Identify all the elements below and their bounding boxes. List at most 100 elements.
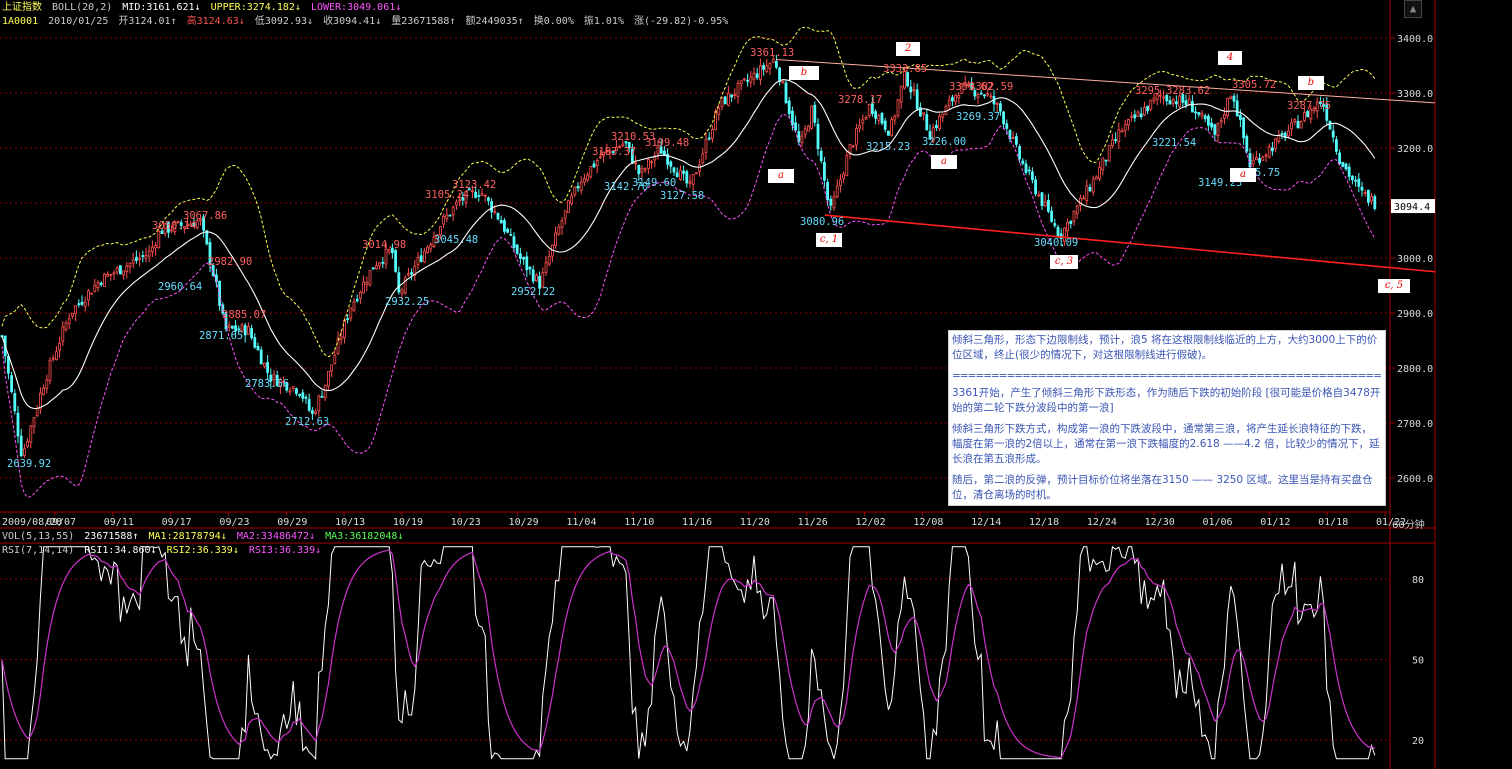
candle-body — [138, 257, 142, 260]
candle-body — [7, 355, 10, 374]
candle-body — [26, 440, 30, 447]
candle-body — [346, 318, 350, 321]
candle-body — [1187, 98, 1191, 106]
scroll-up-button[interactable]: ▲ — [1404, 0, 1422, 18]
candle-body — [1331, 130, 1335, 138]
candle-body — [486, 197, 490, 201]
price-axis-label: 2700.0 — [1397, 419, 1433, 430]
price-axis-label: 2600.0 — [1397, 474, 1433, 485]
candle-body — [1351, 175, 1354, 181]
candle-body — [573, 186, 577, 195]
rsi2-line — [1, 549, 1376, 759]
candle-body — [67, 318, 71, 324]
candle-body — [1213, 124, 1217, 135]
candle-body — [83, 301, 87, 307]
period-label[interactable]: 60分钟 — [1392, 516, 1425, 531]
price-point-label: 2871.65 — [199, 330, 243, 342]
candle-body — [1056, 226, 1060, 237]
price-point-label: 3287.75 — [1287, 100, 1331, 112]
candle-body — [128, 262, 132, 267]
candle-body — [1200, 112, 1204, 117]
candle-body — [685, 171, 689, 184]
candle-body — [1162, 96, 1165, 99]
candle-body — [307, 399, 311, 411]
candle-body — [695, 172, 698, 175]
candle-body — [1207, 115, 1210, 126]
candle-body — [899, 85, 903, 103]
date-axis-label: 11/20 — [740, 517, 770, 528]
candle-body — [778, 67, 781, 82]
quote-header: 1A0001 2010/01/25 开3124.01↑ 高3124.63↓ 低3… — [2, 15, 732, 28]
candle-body — [1245, 135, 1249, 152]
candle-body — [253, 337, 257, 348]
candle-body — [352, 301, 356, 311]
candle-body — [896, 99, 900, 116]
candle-body — [883, 120, 887, 130]
candle-body — [1095, 176, 1098, 180]
candle-body — [912, 89, 916, 92]
candle-body — [1018, 146, 1021, 160]
candle-body — [422, 250, 426, 263]
candle-body — [522, 256, 525, 260]
price-point-label: 2885.07 — [222, 309, 266, 321]
candle-body — [1130, 115, 1133, 118]
candle-body — [525, 256, 529, 271]
candle-body — [864, 117, 868, 120]
stock-chart-window: 3400.03300.03200.03100.03000.02900.02800… — [0, 0, 1512, 769]
analysis-note: 倾斜三角形，形态下边限制线，预计，浪5 将在这根限制线临近的上方，大约3000上… — [948, 330, 1386, 506]
candle-body — [10, 375, 14, 393]
candle-body — [256, 345, 260, 351]
candle-body — [941, 113, 945, 118]
candle-body — [986, 93, 989, 96]
candle-body — [1114, 139, 1117, 141]
candle-body — [951, 97, 954, 102]
candle-body — [547, 255, 551, 265]
wave-label-a: a — [931, 155, 957, 169]
candle-body — [1171, 99, 1175, 104]
candle-body — [835, 185, 839, 197]
candle-body — [80, 301, 84, 305]
candle-body — [1040, 192, 1044, 206]
candle-body — [1101, 157, 1105, 171]
candle-body — [1290, 122, 1293, 130]
candle-body — [938, 115, 941, 130]
candle-body — [483, 194, 487, 197]
candle-body — [640, 167, 644, 173]
price-axis-label: 2900.0 — [1397, 309, 1433, 320]
candle-body — [250, 328, 254, 339]
candle-body — [1031, 171, 1034, 180]
candle-body — [1184, 100, 1188, 106]
candle-body — [1152, 97, 1156, 102]
date-axis-label: 11/04 — [566, 517, 596, 528]
index-name: 上证指数 — [2, 2, 42, 13]
candle-body — [1293, 119, 1297, 123]
candle-body — [698, 164, 701, 172]
candle-body — [682, 170, 685, 174]
candle-body — [560, 220, 564, 228]
candle-body — [1072, 211, 1076, 222]
price-point-label: 3333.85 — [883, 63, 927, 75]
rsi1-line — [1, 545, 1376, 761]
candle-body — [355, 298, 359, 302]
price-point-label: 3283.62 — [1166, 85, 1210, 97]
date-axis-label: 01/18 — [1318, 517, 1348, 528]
candle-body — [1175, 101, 1178, 105]
candle-body — [96, 281, 100, 289]
candle-body — [663, 150, 666, 156]
candle-body — [381, 262, 385, 264]
candle-body — [397, 272, 401, 293]
candle-body — [61, 326, 65, 342]
date-axis-label: 09/29 — [277, 517, 307, 528]
candle-body — [1085, 185, 1089, 202]
candle-body — [1149, 99, 1153, 110]
price-point-label: 3278.17 — [838, 94, 882, 106]
price-point-label: 3269.37 — [956, 111, 1000, 123]
candle-body — [1098, 166, 1101, 179]
date-axis-label: 09/07 — [46, 517, 76, 528]
price-point-label: 3067.86 — [183, 210, 227, 222]
quote-amplitude: 振1.01% — [583, 16, 624, 27]
stock-code: 1A0001 — [2, 16, 39, 27]
vol-value: 23671588↑ — [84, 531, 139, 542]
candle-body — [474, 191, 478, 198]
candle-body — [1015, 136, 1018, 145]
